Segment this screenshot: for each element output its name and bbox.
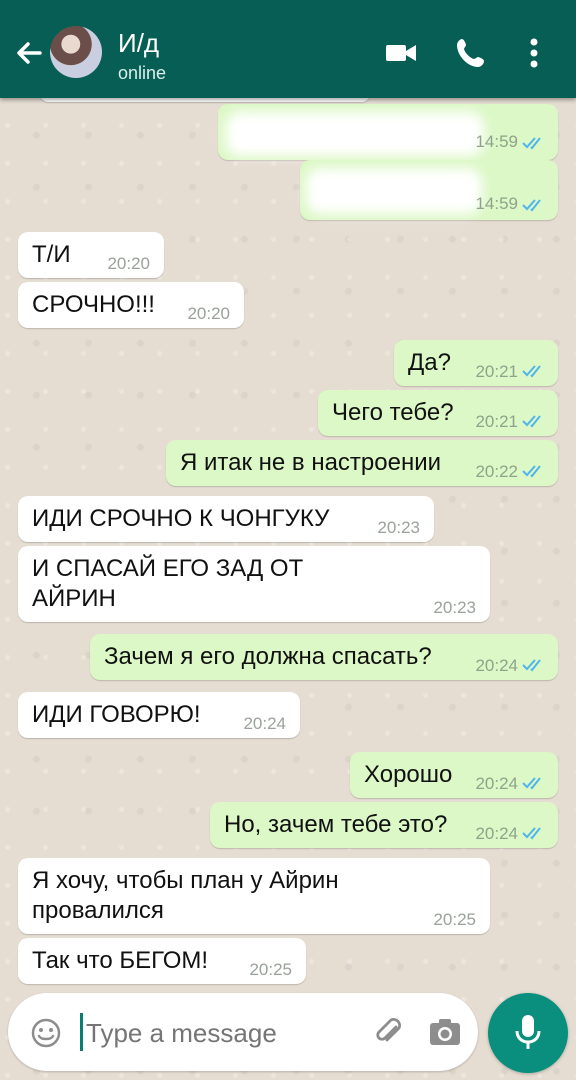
message-bubble-incoming[interactable]: Так что БЕГОМ! 20:25: [18, 938, 306, 984]
message-text: Я хочу, чтобы план у Айрин провалился: [32, 867, 339, 924]
message-bubble-outgoing[interactable]: Хорошо 20:24: [350, 752, 558, 798]
redacted-content: [306, 168, 482, 214]
message-text: ИДИ СРОЧНО К ЧОНГУКУ: [32, 505, 330, 532]
attach-icon[interactable]: [372, 1015, 406, 1054]
message-time: 20:24: [475, 774, 518, 793]
read-ticks-icon: [522, 137, 541, 150]
message-bubble-outgoing[interactable]: Чего тебе? 20:21: [318, 390, 558, 436]
message-bubble-incoming[interactable]: ИДИ СРОЧНО К ЧОНГУКУ 20:23: [18, 496, 434, 542]
avatar[interactable]: [50, 26, 102, 78]
message-bubble-outgoing[interactable]: 14:59: [218, 104, 558, 160]
mic-button[interactable]: [488, 993, 568, 1073]
message-time: 20:20: [107, 254, 150, 273]
contact-status: online: [118, 63, 167, 83]
message-text: Я итак не в настроении: [180, 449, 442, 476]
message-text: Да?: [408, 349, 451, 376]
message-time: 20:24: [475, 656, 518, 675]
emoji-icon[interactable]: [30, 1017, 62, 1054]
phone-icon[interactable]: [454, 36, 488, 70]
message-text: Зачем я его должна спасать?: [104, 643, 432, 670]
read-ticks-icon: [522, 659, 541, 672]
message-bubble-outgoing[interactable]: 14:59: [300, 160, 558, 220]
read-ticks-icon: [522, 415, 541, 428]
message-text: ИДИ ГОВОРЮ!: [32, 701, 201, 728]
message-text: И СПАСАЙ ЕГО ЗАД ОТ АЙРИН: [32, 555, 304, 612]
message-text: Так что БЕГОМ!: [32, 947, 209, 974]
message-time: 20:21: [475, 412, 518, 431]
message-time: 20:25: [433, 910, 476, 929]
read-ticks-icon: [522, 777, 541, 790]
read-ticks-icon: [522, 465, 541, 478]
message-bubble-outgoing[interactable]: Я итак не в настроении 20:22: [166, 440, 558, 486]
message-time: 14:59: [475, 132, 518, 151]
message-bubble-outgoing[interactable]: Зачем я его должна спасать? 20:24: [90, 634, 558, 680]
message-bubble-incoming[interactable]: СРОЧНО!!! 20:20: [18, 282, 244, 328]
message-bubble-outgoing[interactable]: Да? 20:21: [394, 340, 558, 386]
read-ticks-icon: [522, 199, 541, 212]
read-ticks-icon: [522, 365, 541, 378]
message-composer: [8, 993, 478, 1071]
mic-icon: [515, 1015, 541, 1049]
message-time: 14:59: [475, 194, 518, 213]
video-call-icon[interactable]: [384, 36, 418, 70]
text-caret: [80, 1013, 83, 1051]
message-time: 20:23: [433, 598, 476, 617]
redacted-content: [226, 112, 484, 156]
message-time: 20:25: [249, 960, 292, 979]
message-text: Т/И: [32, 241, 71, 268]
camera-icon[interactable]: [428, 1015, 462, 1054]
back-arrow-icon[interactable]: [12, 36, 46, 70]
contact-name[interactable]: И/д: [118, 28, 159, 59]
message-bubble-incoming[interactable]: И СПАСАЙ ЕГО ЗАД ОТ АЙРИН 20:23: [18, 546, 490, 622]
message-bubble-incoming[interactable]: Т/И 20:20: [18, 232, 164, 278]
message-time: 20:20: [187, 304, 230, 323]
chat-header: И/д online: [0, 0, 576, 98]
message-bubble-incoming[interactable]: ИДИ ГОВОРЮ! 20:24: [18, 692, 300, 738]
message-text: Хорошо: [364, 761, 453, 788]
message-text: Чего тебе?: [332, 399, 454, 426]
message-time: 20:23: [377, 518, 420, 537]
read-ticks-icon: [522, 827, 541, 840]
more-vert-icon[interactable]: [524, 36, 544, 70]
message-text: Но, зачем тебе это?: [224, 811, 448, 838]
message-time: 20:24: [475, 824, 518, 843]
message-bubble-incoming[interactable]: Я хочу, чтобы план у Айрин провалился 20…: [18, 858, 490, 934]
message-time: 20:22: [475, 462, 518, 481]
message-text: СРОЧНО!!!: [32, 291, 155, 318]
message-time: 20:21: [475, 362, 518, 381]
message-input[interactable]: [84, 1011, 358, 1055]
message-time: 20:24: [243, 714, 286, 733]
message-bubble-outgoing[interactable]: Но, зачем тебе это? 20:24: [210, 802, 558, 848]
